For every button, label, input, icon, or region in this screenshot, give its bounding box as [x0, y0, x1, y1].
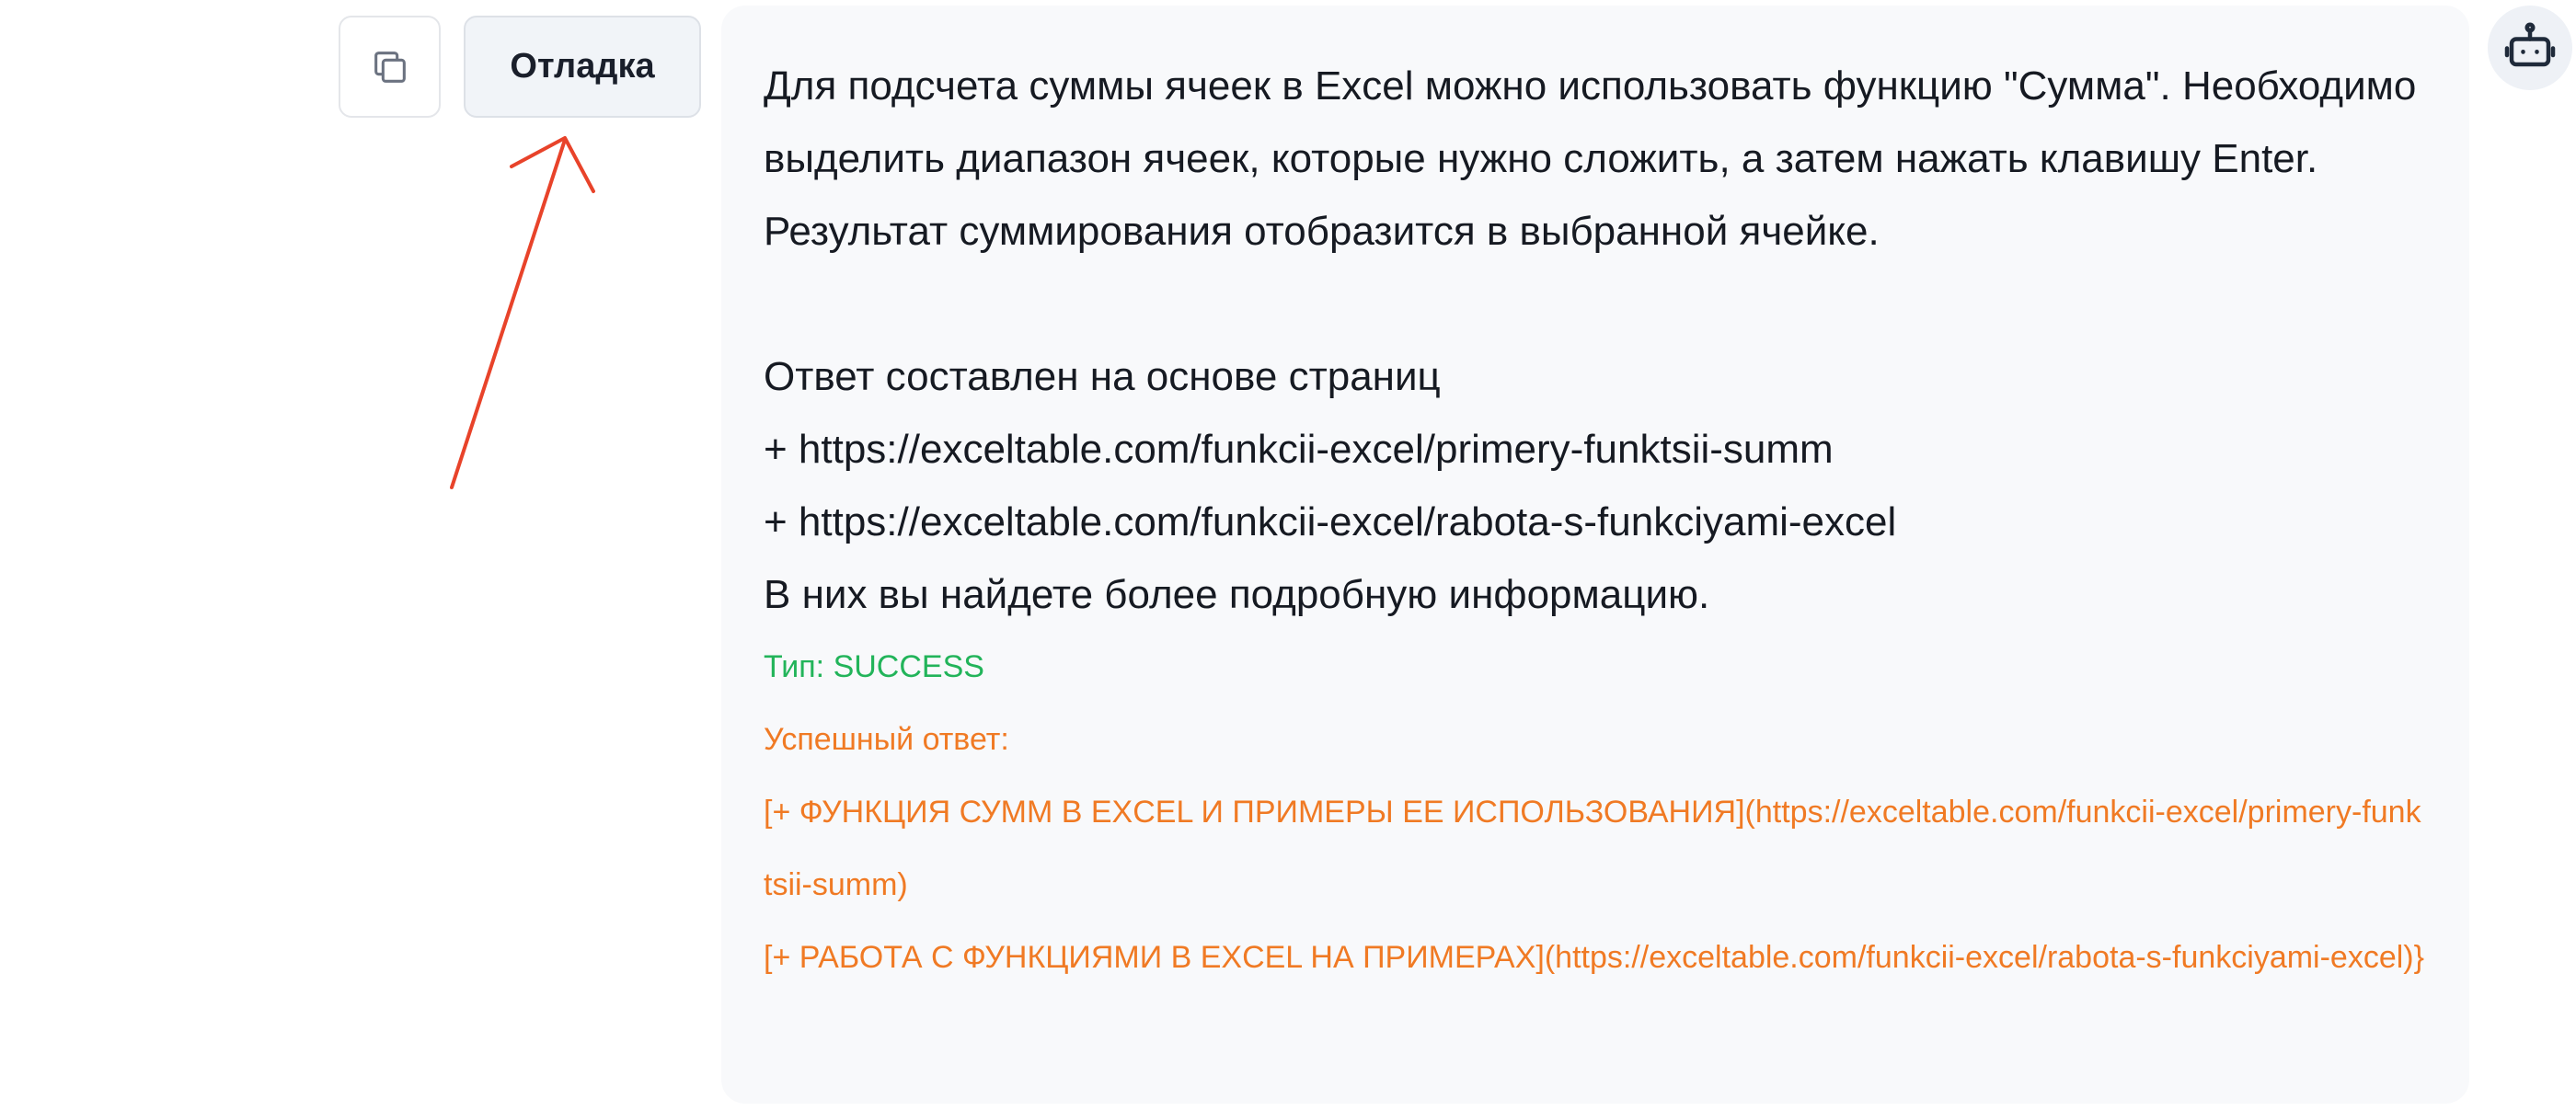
source-url-2: + https://exceltable.com/funkcii-excel/r…: [764, 499, 1897, 544]
robot-icon: [2502, 18, 2558, 78]
success-link-1[interactable]: [+ ФУНКЦИЯ СУММ В EXCEL И ПРИМЕРЫ ЕЕ ИСП…: [764, 776, 2427, 922]
answer-text: Для подсчета суммы ячеек в Excel можно и…: [764, 63, 2428, 254]
chat-page: Отладка Для подсчета суммы ячеек в Excel…: [0, 0, 2576, 1111]
assistant-message: Для подсчета суммы ячеек в Excel можно и…: [721, 6, 2469, 1104]
success-label: Успешный ответ:: [764, 722, 1009, 757]
sources-intro: Ответ составлен на основе страниц: [764, 354, 1441, 399]
success-link-2[interactable]: [+ РАБОТА С ФУНКЦИЯМИ В EXCEL НА ПРИМЕРА…: [764, 922, 2427, 994]
blank-line: ​: [764, 268, 2427, 340]
copy-button[interactable]: [339, 16, 441, 118]
source-url-1: + https://exceltable.com/funkcii-excel/p…: [764, 427, 1834, 472]
status-type: Тип: SUCCESS: [764, 649, 984, 684]
avatar: [2488, 6, 2572, 90]
sources-outro: В них вы найдете более подробную информа…: [764, 572, 1710, 617]
copy-icon: [369, 46, 411, 88]
debug-button[interactable]: Отладка: [464, 16, 701, 118]
